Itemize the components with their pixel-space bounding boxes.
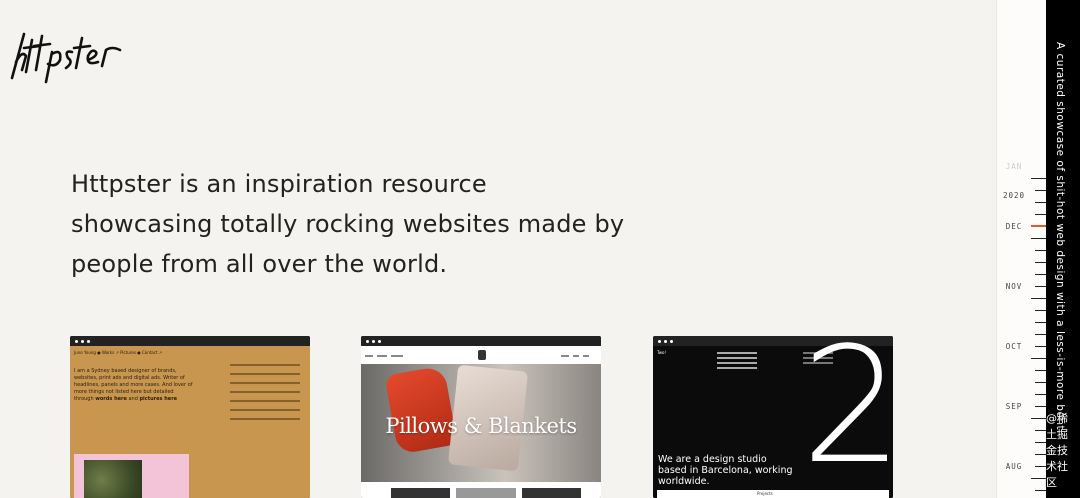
showcase-card-3[interactable]: Two! 2 We are a design studio based in B…	[653, 336, 893, 498]
timeline-label[interactable]: 2020	[997, 191, 1031, 200]
timeline-tick	[1031, 178, 1047, 179]
httpster-logo[interactable]	[6, 20, 124, 84]
timeline-tick	[1031, 478, 1047, 479]
showcase-card-2[interactable]: Pillows & Blankets	[361, 336, 601, 498]
timeline-label[interactable]: JAN	[997, 162, 1031, 171]
preview-label: Two!	[657, 350, 667, 355]
timeline-tick	[1031, 298, 1047, 299]
timeline-label[interactable]: SEP	[997, 402, 1031, 411]
timeline-tick	[1031, 238, 1047, 239]
timeline-label[interactable]: DEC	[997, 222, 1031, 231]
preview-links	[230, 364, 300, 427]
watermark: @稀土掘金技术社区	[1046, 412, 1068, 489]
browser-bar	[361, 336, 601, 346]
site-preview: Two! 2 We are a design studio based in B…	[653, 336, 893, 498]
preview-big-number: 2	[801, 336, 893, 498]
hero-title: Pillows & Blankets	[385, 414, 577, 438]
timeline-tick	[1031, 418, 1047, 419]
site-preview: Juno Young ● Works ↗ Pictures ● Contact …	[70, 346, 310, 498]
date-timeline[interactable]: JAN 2020 DEC NOV OCT SEP AUG	[996, 0, 1047, 498]
timeline-current-marker	[1031, 225, 1047, 227]
timeline-tick	[1031, 358, 1047, 359]
intro-text: Httpster is an inspiration resource show…	[71, 170, 625, 278]
showcase-card-1[interactable]: Juno Young ● Works ↗ Pictures ● Contact …	[70, 336, 310, 498]
timeline-label[interactable]: NOV	[997, 282, 1031, 291]
preview-header: Juno Young ● Works ↗ Pictures ● Contact …	[74, 350, 163, 355]
logo-scribble	[10, 32, 122, 84]
brand-icon	[478, 350, 486, 360]
sidebar-tagline: A curated showcase of shit-hot web desig…	[1054, 42, 1066, 434]
site-preview: Pillows & Blankets	[361, 346, 601, 498]
preview-studio-text: We are a design studio based in Barcelon…	[658, 454, 793, 487]
tagline-sidebar: A curated showcase of shit-hot web desig…	[1046, 0, 1080, 498]
preview-hero: Pillows & Blankets	[361, 364, 601, 482]
timeline-label[interactable]: AUG	[997, 462, 1031, 471]
preview-photo	[74, 454, 189, 498]
preview-body: I am a Sydney based designer of brands, …	[74, 368, 193, 402]
browser-bar	[70, 336, 310, 346]
timeline-label[interactable]: OCT	[997, 342, 1031, 351]
